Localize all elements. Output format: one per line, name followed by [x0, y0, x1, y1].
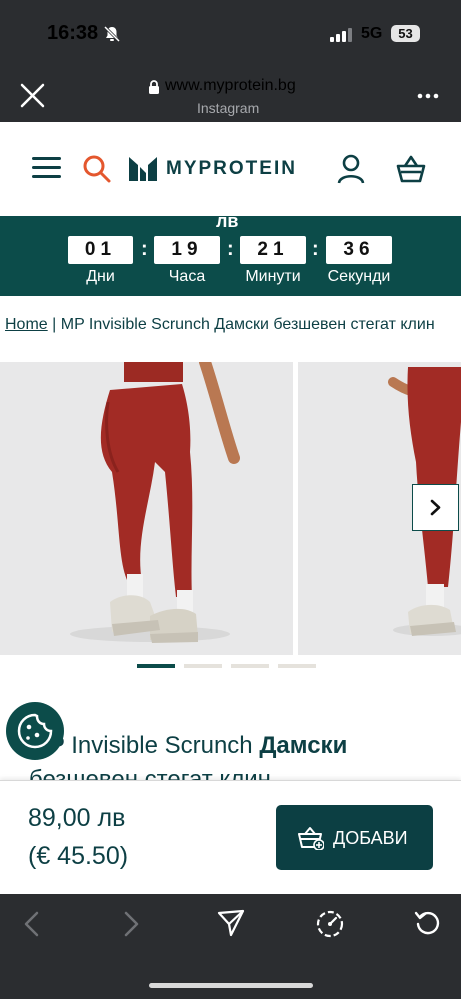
basket-icon[interactable] — [396, 154, 426, 184]
speed-icon[interactable] — [315, 909, 345, 939]
url-text[interactable]: www.myprotein.bg — [165, 77, 296, 95]
back-icon[interactable] — [22, 911, 42, 937]
source-label: Instagram — [197, 100, 260, 116]
countdown-minutes-value: 21 — [240, 236, 306, 264]
logo-mark-icon — [129, 157, 157, 181]
chevron-right-icon — [430, 499, 441, 516]
countdown-separator: : — [227, 238, 234, 260]
reload-icon[interactable] — [414, 909, 442, 937]
network-type: 5G — [361, 25, 383, 42]
gallery-dot[interactable] — [278, 664, 316, 668]
gallery-dot[interactable] — [231, 664, 269, 668]
signal-icon — [330, 28, 352, 42]
cookie-settings-button[interactable] — [6, 702, 64, 760]
lock-icon — [149, 80, 159, 94]
breadcrumb: Home | MP Invisible Scrunch Дамски безше… — [5, 316, 461, 334]
product-price-eur: (€ 45.50) — [28, 842, 129, 870]
countdown-separator: : — [312, 238, 319, 260]
add-to-basket-label: ДОБАВИ — [333, 828, 408, 848]
bell-off-icon — [103, 25, 121, 43]
home-indicator — [149, 983, 313, 988]
product-title: MP Invisible Scrunch Дамски безшевен сте… — [29, 729, 449, 785]
menu-icon[interactable] — [32, 157, 62, 179]
gallery-dot[interactable] — [184, 664, 222, 668]
breadcrumb-separator: | — [52, 316, 57, 333]
countdown-hours-value: 19 — [154, 236, 220, 264]
product-title-bold: Дамски — [259, 732, 348, 759]
close-icon[interactable] — [20, 83, 45, 108]
account-icon[interactable] — [337, 154, 365, 184]
countdown-separator: : — [141, 238, 148, 260]
breadcrumb-current: MP Invisible Scrunch Дамски безшевен сте… — [60, 316, 435, 333]
basket-plus-icon — [298, 827, 324, 850]
status-time: 16:38 — [47, 22, 99, 44]
search-icon[interactable] — [82, 154, 112, 184]
countdown-hours-label: Часа — [168, 268, 206, 285]
more-icon[interactable] — [417, 93, 439, 99]
countdown-seconds-label: Секунди — [327, 268, 391, 285]
gallery-next-button[interactable] — [412, 484, 459, 531]
forward-icon[interactable] — [121, 911, 141, 937]
countdown-minutes-label: Минути — [245, 268, 301, 285]
countdown-seconds-value: 36 — [326, 236, 392, 264]
battery-level: 53 — [391, 25, 420, 42]
countdown-days-value: 01 — [68, 236, 133, 264]
product-price: 89,00 лв — [28, 804, 126, 832]
countdown-days-label: Дни — [86, 268, 115, 285]
product-image-1[interactable] — [0, 362, 293, 655]
gallery-dot-active[interactable] — [137, 664, 175, 668]
share-icon[interactable] — [217, 909, 245, 937]
logo-text[interactable]: MYPROTEIN — [166, 158, 297, 180]
breadcrumb-home-link[interactable]: Home — [5, 316, 48, 333]
countdown-currency: лв — [216, 211, 239, 231]
cookie-icon — [17, 713, 53, 749]
